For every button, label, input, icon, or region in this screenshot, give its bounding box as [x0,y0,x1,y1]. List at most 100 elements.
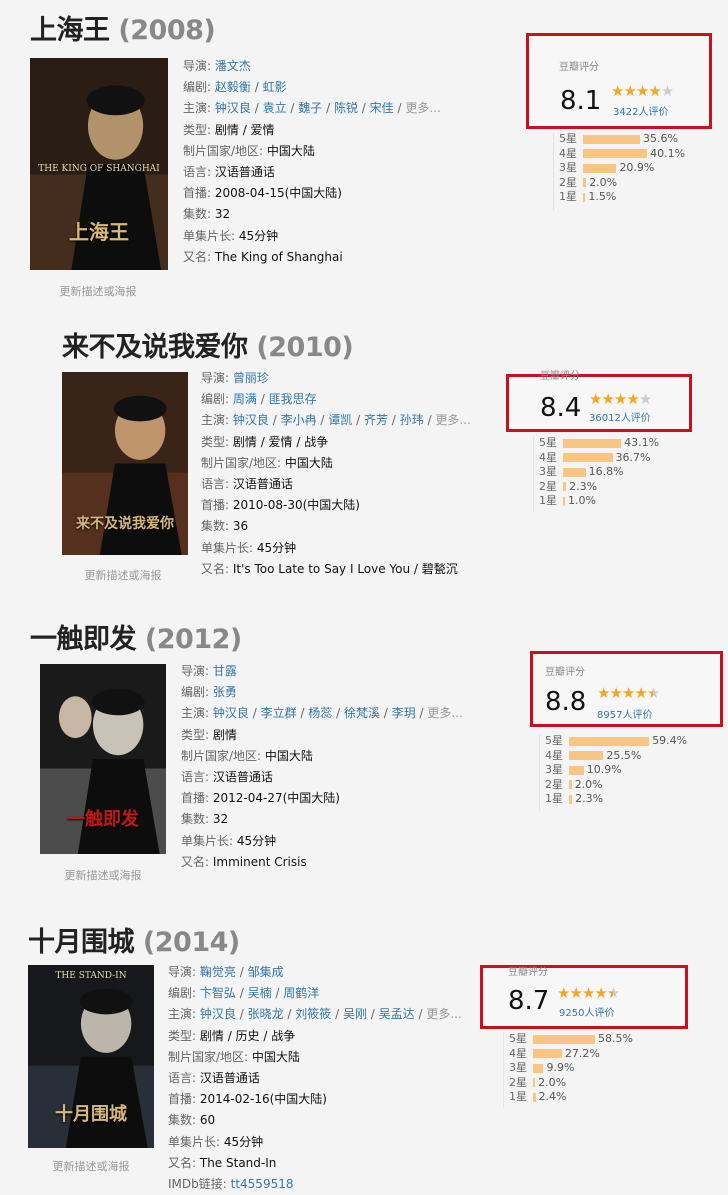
cast-link[interactable]: 钟汉良 [215,101,251,115]
cast-link[interactable]: 张晓龙 [248,1007,284,1021]
poster-image[interactable]: 上海王 THE KING OF SHANGHAI [30,58,168,270]
more-cast-link[interactable]: 更多... [426,1007,461,1021]
cast-link[interactable]: 杨蕊 [308,706,332,720]
distribution-bar [569,736,650,746]
separator: / [332,706,344,721]
cast-link[interactable]: 刘筱筱 [295,1007,331,1021]
cast-link[interactable]: 袁立 [263,101,287,115]
star-level-label: 1星 [539,494,557,507]
show-title-name[interactable]: 来不及说我爱你 [62,332,248,363]
separator: / [248,706,261,721]
imdb-link[interactable]: tt4559518 [231,1177,294,1191]
show-title-name[interactable]: 上海王 [30,15,110,46]
cast-link[interactable]: 钟汉良 [200,1007,236,1021]
cast-link[interactable]: 陈锐 [334,101,358,115]
genre-row: 类型: 剧情 / 爱情 / 战争 [201,432,471,453]
rating-count-link[interactable]: 9250人评价 [559,1004,614,1019]
more-cast-link[interactable]: 更多... [427,706,462,720]
poster-image[interactable]: 十月围城 THE STAND-IN [28,965,154,1148]
rating-divider [553,133,554,211]
writer-link[interactable]: 张勇 [213,685,237,699]
show-title-name[interactable]: 一触即发 [30,624,137,655]
cast-link[interactable]: 齐芳 [364,413,388,427]
writer-link[interactable]: 匪我思存 [269,392,317,406]
more-cast-link[interactable]: 更多... [435,413,470,427]
star-icon: ★ [594,984,607,1002]
rating-distribution: 5星 58.5% 4星 27.2% 3星 9.9% 2星 2.0% 1星 2.4% [509,1032,633,1105]
writer-link[interactable]: 虹影 [263,80,287,94]
cast-link[interactable]: 李小冉 [281,413,317,427]
update-poster-link[interactable]: 更新描述或海报 [40,867,166,883]
writer-row-label: 编剧: [168,986,197,1001]
distribution-percent: 1.5% [588,190,617,203]
separator: / [322,101,334,116]
writer-row: 编剧: 周满 / 匪我思存 [201,389,471,410]
rating-score: 8.4 [540,393,582,423]
rating-count-link[interactable]: 8957人评价 [597,706,652,721]
star-level-label: 3星 [559,161,577,174]
director-link[interactable]: 甘露 [213,664,237,678]
episodes-value: 60 [199,1113,216,1128]
cast-link[interactable]: 宋佳 [370,101,394,115]
rating-score: 8.8 [545,687,587,717]
cast-link[interactable]: 徐梵溪 [344,706,380,720]
cast-link[interactable]: 钟汉良 [213,706,249,720]
director-link[interactable]: 邹集成 [248,965,284,979]
distribution-percent: 35.6% [642,132,678,145]
rating-count-link[interactable]: 36012人评价 [589,409,651,424]
cast-link[interactable]: 吴孟达 [379,1007,415,1021]
show-title-name[interactable]: 十月围城 [28,927,135,958]
rating-distribution: 5星 59.4% 4星 25.5% 3星 10.9% 2星 2.0% 1星 2.3% [545,734,687,807]
director-link[interactable]: 鞠觉亮 [200,965,236,979]
star-icon: ★ [581,984,595,1002]
distribution-percent: 2.0% [589,175,618,189]
show-title[interactable]: 十月围城 (2014) [28,920,240,959]
distribution-bar [563,438,622,448]
separator: / [283,1007,296,1022]
writer-row: 编剧: 卞智弘 / 吴楠 / 周鹤洋 [168,983,462,1004]
imdb-row-label: IMDb链接: [168,1177,227,1192]
cast-link[interactable]: 钟汉良 [233,413,269,427]
cast-link[interactable]: 李立群 [261,706,297,720]
writer-link[interactable]: 周鹤洋 [283,986,319,1000]
show-title[interactable]: 上海王 (2008) [30,8,216,47]
cast-link[interactable]: 吴刚 [343,1007,367,1021]
distribution-percent: 59.4% [652,734,688,747]
poster-title-cn: 一触即发 [67,809,139,831]
update-poster-link[interactable]: 更新描述或海报 [60,567,186,583]
writer-link[interactable]: 周满 [233,392,257,406]
distribution-row: 3星 16.8% [539,465,659,480]
writer-link[interactable]: 卞智弘 [200,986,236,1000]
cast-link[interactable]: 谭凯 [328,413,352,427]
cast-link[interactable]: 魏子 [298,101,322,115]
star-icon: ★ [635,82,649,100]
more-cast-link[interactable]: 更多... [405,101,440,115]
rating-stars: ★★★★★ [557,984,620,1002]
writer-link[interactable]: 吴楠 [248,986,272,1000]
separator: / [286,101,299,116]
poster-image[interactable]: 来不及说我爱你 [62,372,188,555]
distribution-percent: 2.3% [575,792,604,805]
separator: / [296,706,309,721]
cast-row: 主演: 钟汉良 / 李立群 / 杨蕊 / 徐梵溪 / 李玥 / 更多... [181,703,463,724]
runtime-row: 单集片长: 45分钟 [181,831,463,852]
update-poster-link[interactable]: 更新描述或海报 [30,283,166,299]
show-title[interactable]: 一触即发 (2012) [30,617,242,656]
writer-link[interactable]: 赵毅衡 [215,80,251,94]
star-icon: ★ [621,684,635,702]
genre-value: 剧情 / 历史 / 战争 [199,1028,296,1043]
cast-link[interactable]: 孙玮 [400,413,424,427]
director-link[interactable]: 曾丽珍 [233,371,269,385]
update-poster-link[interactable]: 更新描述或海报 [28,1158,154,1174]
rating-count-link[interactable]: 3422人评价 [613,103,668,118]
poster-image[interactable]: 一触即发 [40,664,166,854]
star-icon: ★ [589,390,602,408]
star-icon: ★ [634,684,647,702]
cast-link[interactable]: 李玥 [392,706,416,720]
distribution-percent: 43.1% [624,436,660,449]
show-title[interactable]: 来不及说我爱你 (2010) [62,325,354,364]
runtime-value: 45分钟 [238,228,279,243]
episodes-value: 32 [212,812,229,827]
director-link[interactable]: 潘文杰 [215,59,251,73]
premiere-value: 2014-02-16(中国大陆) [199,1092,327,1107]
